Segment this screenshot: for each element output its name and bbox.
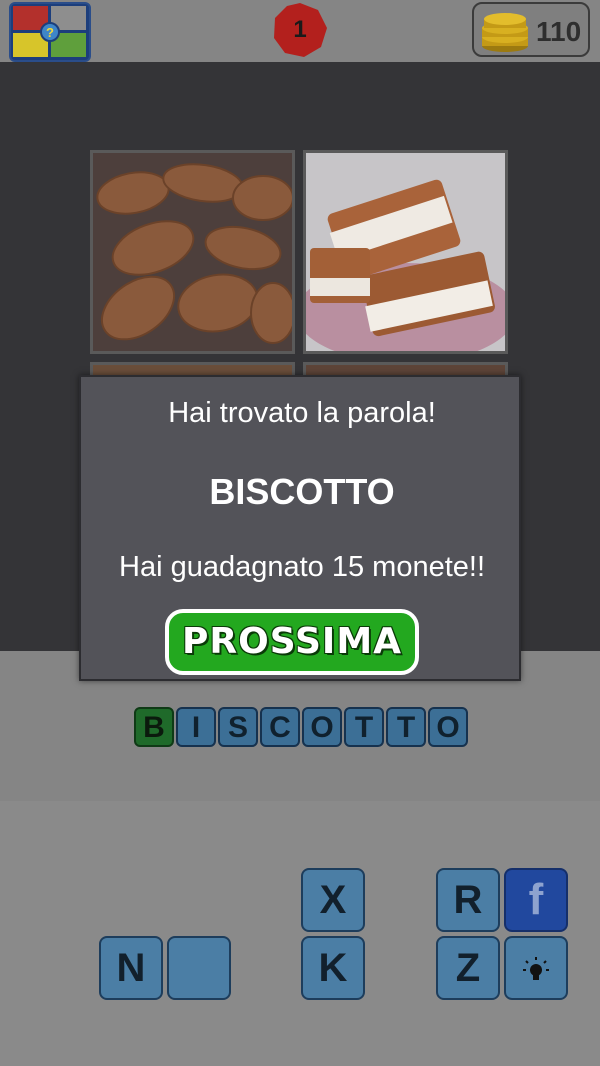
coins-counter[interactable]: 110 — [472, 2, 590, 57]
hint-button[interactable] — [504, 936, 568, 1000]
next-button[interactable]: PROSSIMA — [165, 609, 419, 675]
answer-tile[interactable]: S — [218, 707, 258, 747]
svg-text:?: ? — [46, 25, 54, 40]
facebook-share-button[interactable]: f — [504, 868, 568, 932]
four-pics-logo-icon[interactable]: ? — [9, 2, 91, 62]
letter-key-r[interactable]: R — [436, 868, 500, 932]
answer-tile[interactable]: T — [386, 707, 426, 747]
solved-word: BISCOTTO — [209, 471, 395, 512]
lightbulb-icon — [523, 957, 549, 980]
coins-count: 110 — [536, 16, 582, 47]
answer-tile[interactable]: B — [134, 707, 174, 747]
level-number: 1 — [293, 16, 307, 43]
letter-key-k[interactable]: K — [301, 936, 365, 1000]
answer-tile[interactable]: O — [428, 707, 468, 747]
answer-tile[interactable]: I — [176, 707, 216, 747]
top-bar: ? 1 110 — [0, 0, 600, 62]
letter-keyboard-area — [0, 801, 600, 1066]
letter-key-n[interactable]: N — [99, 936, 163, 1000]
answer-tile[interactable]: T — [344, 707, 384, 747]
photo-1[interactable] — [90, 150, 295, 354]
success-dialog: Hai trovato la parola! BISCOTTO Hai guad… — [79, 375, 521, 681]
letter-key-x[interactable]: X — [301, 868, 365, 932]
coin-stack-icon — [482, 13, 528, 52]
answer-tile[interactable]: C — [260, 707, 300, 747]
level-badge: 1 — [271, 2, 329, 58]
photo-2[interactable] — [303, 150, 508, 354]
letter-key-empty[interactable] — [167, 936, 231, 1000]
facebook-icon: f — [528, 875, 544, 924]
answer-tile[interactable]: O — [302, 707, 342, 747]
letter-key-z[interactable]: Z — [436, 936, 500, 1000]
reward-message: Hai guadagnato 15 monete!! — [119, 551, 485, 583]
dialog-title: Hai trovato la parola! — [168, 397, 436, 429]
